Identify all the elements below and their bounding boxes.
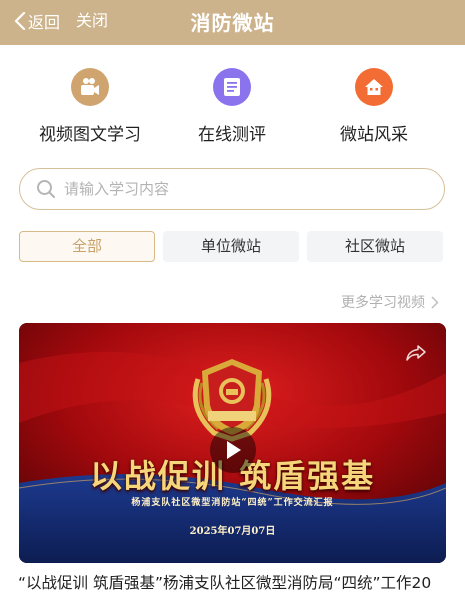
more-videos-label: 更多学习视频 [341,295,425,311]
tab-all[interactable]: 全部 [19,231,155,262]
more-videos-link[interactable]: 更多学习视频 [341,292,439,312]
video-date: 2025年07月07日 [189,526,276,537]
video-card[interactable]: 以战促训 筑盾强基 杨浦支队社区微型消防站“四统”工作交流汇报 2025年07月… [19,323,446,563]
page-title: 消防微站 [190,11,275,35]
top-bar: 返回 关闭 消防微站 [0,0,465,45]
search-icon [37,180,55,198]
video-camera-icon [71,68,109,106]
document-list-icon [213,68,251,106]
video-subtitle: 杨浦支队社区微型消防站“四统”工作交流汇报 [131,498,334,508]
share-icon[interactable] [406,345,426,365]
category-tabs: 全部 单位微站 社区微站 [19,231,445,262]
feature-station-showcase[interactable]: 微站风采 [304,68,444,145]
feature-video-learning[interactable]: 视频图文学习 [20,68,160,145]
play-button[interactable] [210,427,256,473]
search-input[interactable] [64,180,404,198]
feature-shortcuts: 视频图文学习 在线测评 微站风采 [0,68,465,152]
play-icon [227,441,241,459]
feature-label: 视频图文学习 [39,125,141,145]
feature-label: 微站风采 [340,125,408,145]
search-bar[interactable] [19,168,445,210]
tab-community-station[interactable]: 社区微站 [307,231,443,262]
video-caption[interactable]: “以战促训 筑盾强基”杨浦支队社区微型消防局“四统”工作20 [18,571,465,593]
house-icon [355,68,393,106]
tab-unit-station[interactable]: 单位微站 [163,231,299,262]
feature-label: 在线测评 [198,125,266,145]
feature-online-test[interactable]: 在线测评 [162,68,302,145]
chevron-right-icon [431,295,439,309]
